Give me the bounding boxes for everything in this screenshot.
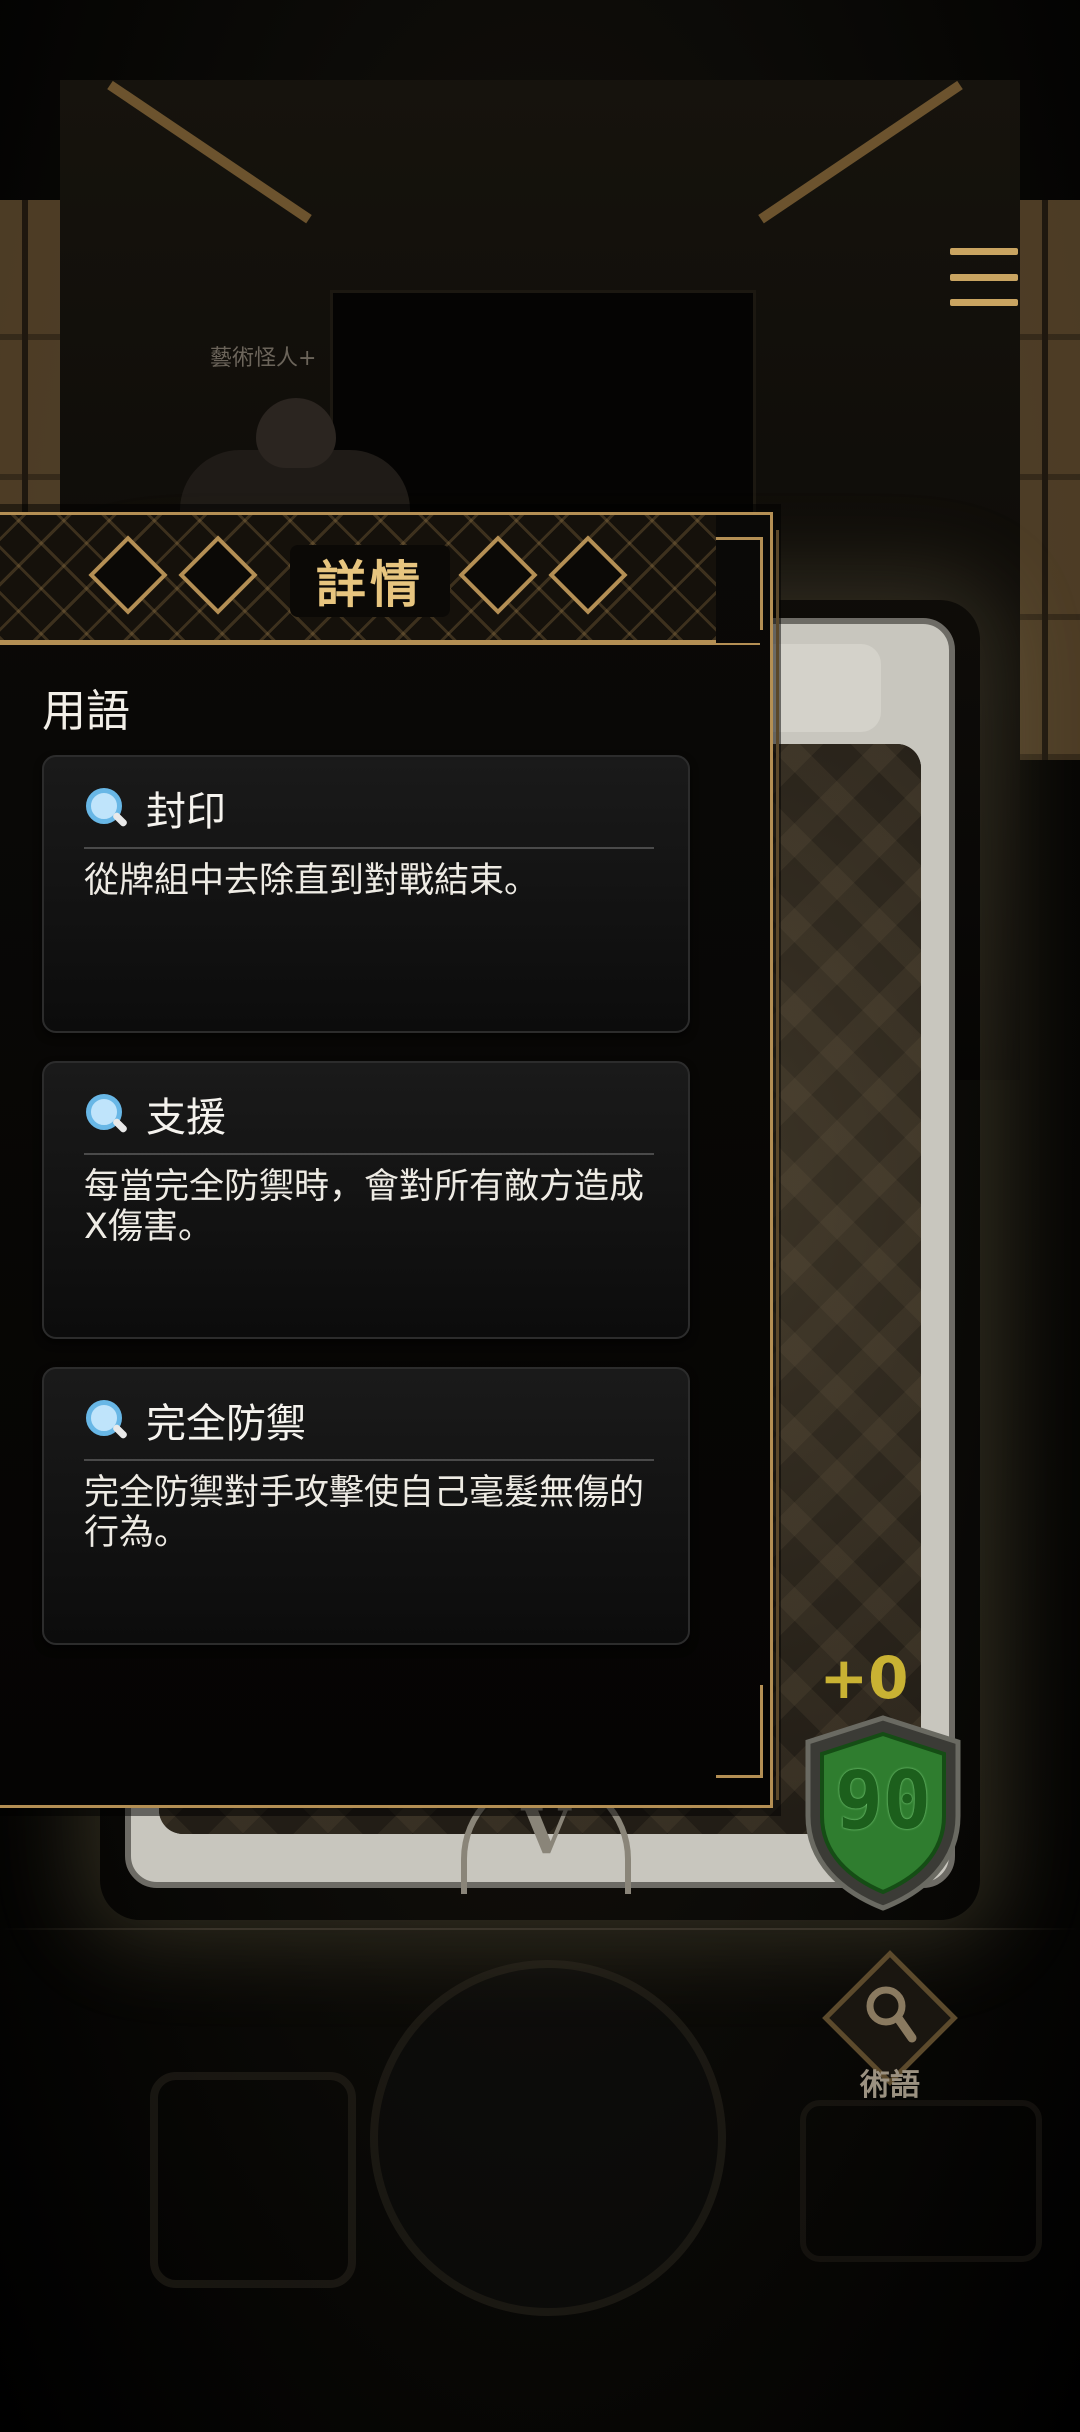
term-divider <box>84 1459 654 1461</box>
search-icon <box>866 1986 917 2043</box>
section-label-terms: 用語 <box>42 686 130 737</box>
term-header: 完全防禦 <box>84 1391 306 1449</box>
term-divider <box>84 847 654 849</box>
deck-slot <box>150 2072 356 2288</box>
right-shoji-screen <box>1020 200 1080 760</box>
term-description: 完全防禦對手攻擊使自己毫髮無傷的行為。 <box>84 1473 645 1553</box>
term-card[interactable]: 封印 從牌組中去除直到對戰結束。 <box>42 755 690 1033</box>
term-name: 完全防禦 <box>146 1401 306 1447</box>
header-ornament <box>178 535 258 615</box>
header-ornament <box>548 535 628 615</box>
term-header: 支援 <box>84 1085 226 1143</box>
header-divider <box>0 643 760 645</box>
term-description: 從牌組中去除直到對戰結束。 <box>84 861 540 901</box>
search-icon <box>84 1398 128 1442</box>
search-icon <box>84 1092 128 1136</box>
term-description: 每當完全防禦時，會對所有敵方造成X傷害。 <box>84 1167 645 1247</box>
terms-button[interactable]: 術語 <box>815 1950 965 2108</box>
shield-badge: 90 <box>798 1712 968 1912</box>
term-divider <box>84 1153 654 1155</box>
hud-divider <box>0 1928 1080 1930</box>
header-ornament <box>458 535 538 615</box>
enemy-name-label: 藝術怪人+ <box>210 346 317 371</box>
panel-corner-ornament <box>716 537 763 630</box>
card-side-stat: +0 <box>819 1644 909 1712</box>
end-turn-slot <box>800 2100 1042 2262</box>
menu-button[interactable] <box>950 248 1018 306</box>
character-portrait-ring <box>370 1960 726 2316</box>
menu-icon-bar <box>950 299 1018 306</box>
term-name: 封印 <box>146 789 226 835</box>
panel-corner-ornament <box>716 1685 763 1778</box>
header-ornament <box>88 535 168 615</box>
terms-button-label: 術語 <box>860 2068 920 2103</box>
detail-panel: 詳情 用語 封印 從牌組中去除直到對戰結束。 支援 每當完全防禦時，會對所有敵方… <box>0 512 773 1808</box>
term-card[interactable]: 完全防禦 完全防禦對手攻擊使自己毫髮無傷的行為。 <box>42 1367 690 1645</box>
enemy-silhouette-head <box>256 398 336 468</box>
term-name: 支援 <box>146 1095 226 1141</box>
detail-panel-title: 詳情 <box>290 545 450 617</box>
term-card[interactable]: 支援 每當完全防禦時，會對所有敵方造成X傷害。 <box>42 1061 690 1339</box>
game-screen: 藝術怪人+ 2 埃爾 +0 V 90 <box>0 0 1080 2432</box>
menu-icon-bar <box>950 248 1018 255</box>
menu-icon-bar <box>950 273 1018 281</box>
shield-value: 90 <box>834 1754 932 1847</box>
detail-panel-header: 詳情 <box>0 515 716 643</box>
search-icon <box>84 786 128 830</box>
term-header: 封印 <box>84 779 226 837</box>
